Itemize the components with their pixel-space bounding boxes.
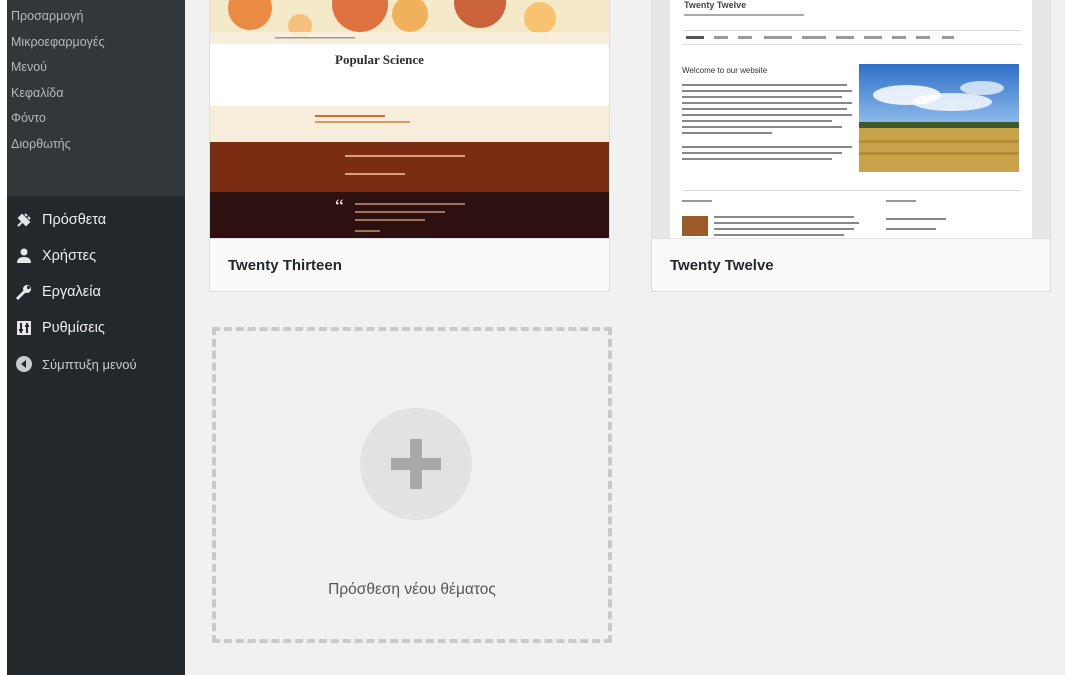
menu-item-label: Πρόσθετα [42, 212, 107, 228]
users-icon [13, 245, 35, 267]
tools-icon [13, 281, 35, 303]
add-new-theme-label: Πρόσθεση νέου θέματος [328, 581, 496, 598]
plugin-icon [13, 209, 35, 231]
submenu-item-customize[interactable]: Προσαρμογή [7, 4, 185, 30]
menu-item-plugins[interactable]: Πρόσθετα [7, 202, 185, 238]
menu-item-label: Εργαλεία [42, 284, 101, 300]
menu-item-tools[interactable]: Εργαλεία [7, 274, 185, 310]
preview-heading: Welcome to our website [682, 66, 768, 75]
preview-site-title: Popular Science [335, 52, 424, 67]
theme-screenshot: Twenty Twelve Welcome to our website [652, 0, 1050, 239]
collapse-menu-button[interactable]: Σύμπτυξη μενού [7, 346, 185, 382]
collapse-menu-label: Σύμπτυξη μενού [42, 356, 137, 372]
submenu-item-header[interactable]: Κεφαλίδα [7, 81, 185, 107]
plus-icon [360, 408, 472, 520]
submenu-item-editor[interactable]: Διορθωτής [7, 132, 185, 158]
preview-site-title: Twenty Twelve [684, 0, 747, 10]
scrollbar-track[interactable] [1055, 0, 1065, 675]
admin-menu: Πρόσθετα Χρήστες Εργαλεία Ρυθμίσεις Σύμπ… [7, 202, 185, 382]
submenu-item-menus[interactable]: Μενού [7, 55, 185, 81]
menu-item-users[interactable]: Χρήστες [7, 238, 185, 274]
submenu-item-background[interactable]: Φόντο [7, 106, 185, 132]
preview-quote-mark: “ [335, 196, 344, 218]
appearance-submenu: Προσαρμογή Μικροεφαρμογές Μενού Κεφαλίδα… [7, 0, 185, 196]
admin-sidebar: Προσαρμογή Μικροεφαρμογές Μενού Κεφαλίδα… [7, 0, 185, 675]
settings-icon [13, 317, 35, 339]
theme-name: Twenty Thirteen [210, 238, 609, 291]
add-new-theme-tile[interactable]: Πρόσθεση νέου θέματος [212, 327, 612, 643]
theme-screenshot: Popular Science “ [210, 0, 609, 239]
theme-name: Twenty Twelve [652, 238, 1050, 291]
collapse-icon [13, 353, 35, 375]
theme-card-twenty-thirteen[interactable]: Popular Science “ Twenty Thirteen [210, 0, 609, 291]
submenu-item-widgets[interactable]: Μικροεφαρμογές [7, 30, 185, 56]
themes-screen: Προσαρμογή Μικροεφαρμογές Μενού Κεφαλίδα… [7, 0, 1065, 675]
menu-item-label: Ρυθμίσεις [42, 320, 105, 336]
theme-card-twenty-twelve[interactable]: Twenty Twelve Welcome to our website Twe… [652, 0, 1050, 291]
menu-item-label: Χρήστες [42, 248, 97, 264]
menu-item-settings[interactable]: Ρυθμίσεις [7, 310, 185, 346]
